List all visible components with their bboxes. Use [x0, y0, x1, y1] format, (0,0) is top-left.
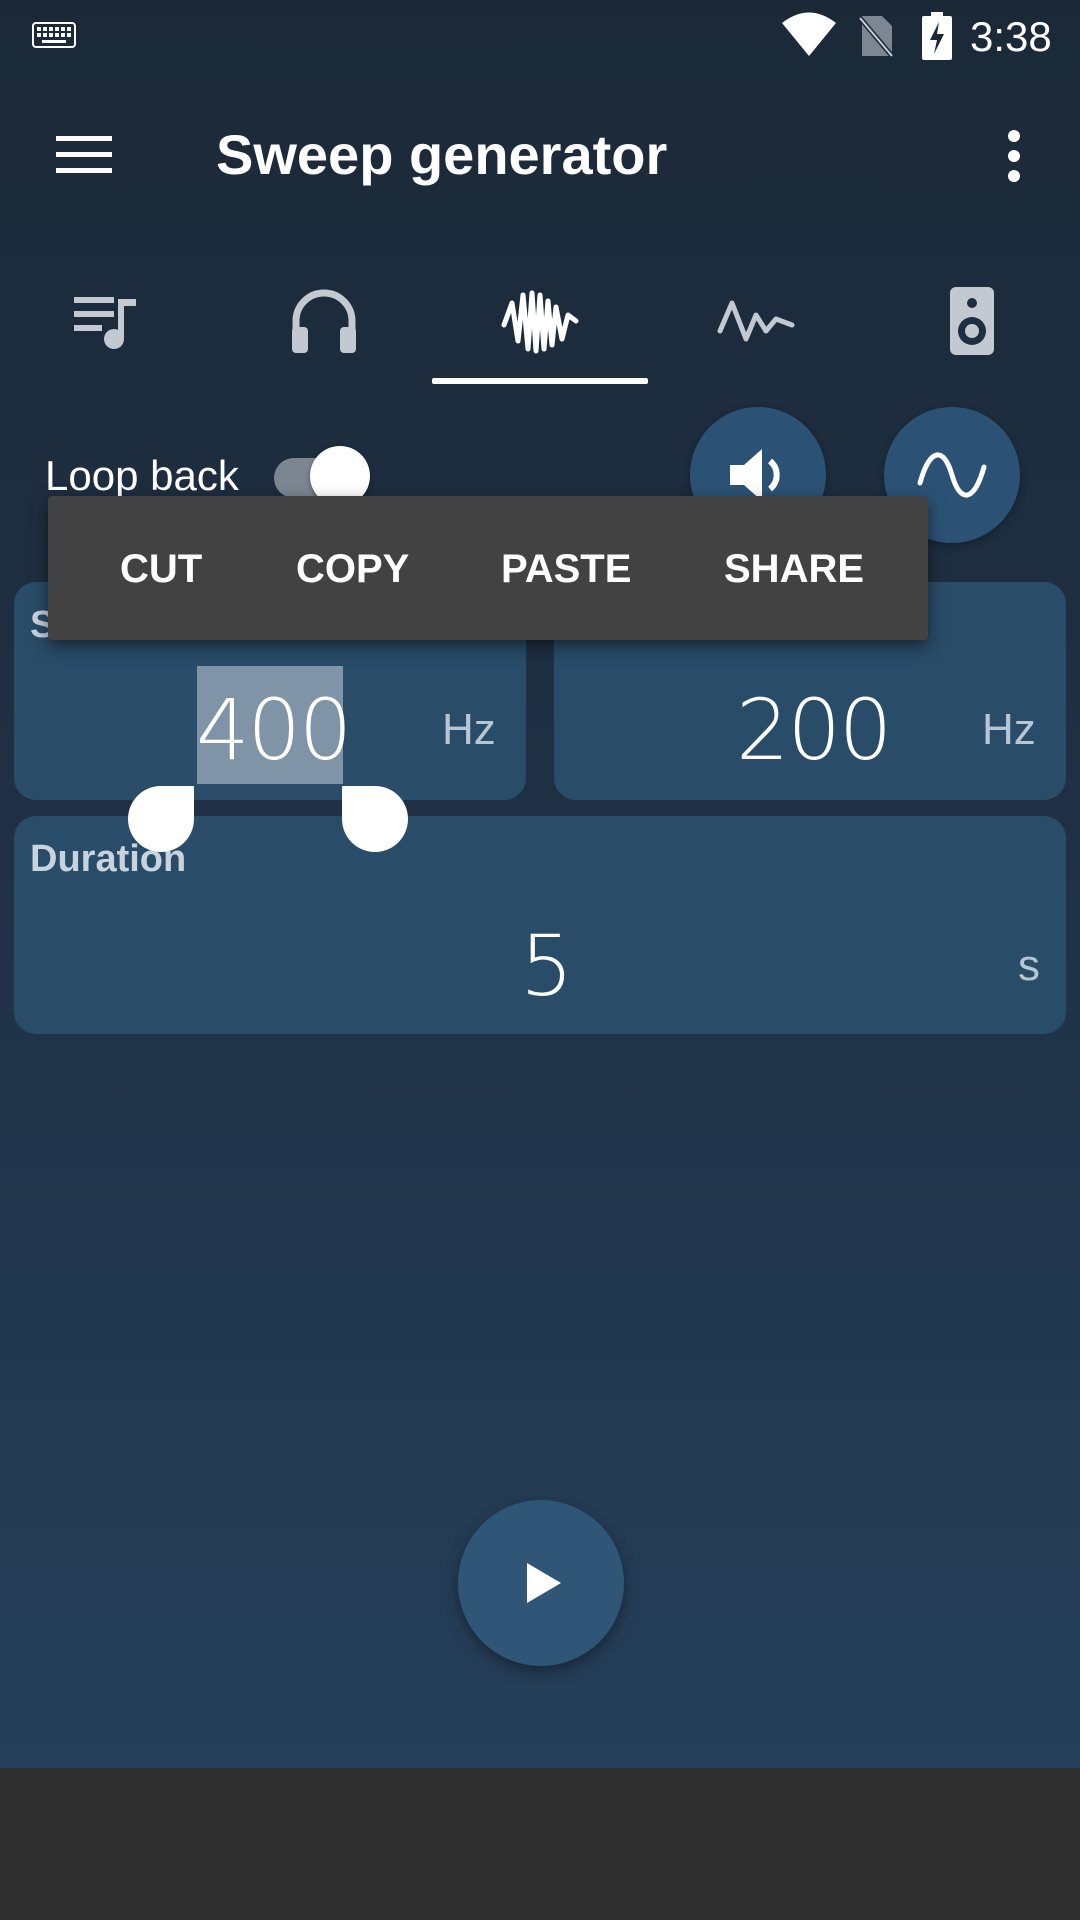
- navigation-bar-area: [0, 1768, 1080, 1920]
- tab-sweep[interactable]: [432, 256, 648, 386]
- status-bar: 3:38: [0, 0, 1080, 72]
- loop-back-label: Loop back: [45, 452, 239, 499]
- selection-handle-start[interactable]: [128, 786, 194, 852]
- menu-icon[interactable]: [48, 124, 120, 184]
- battery-charging-icon: [922, 12, 952, 60]
- no-sim-icon: [858, 16, 894, 58]
- cut-menu-item[interactable]: CUT: [120, 546, 202, 592]
- speaker-icon: [950, 287, 994, 355]
- end-frequency-input[interactable]: 200: [736, 680, 892, 780]
- play-icon: [527, 1563, 561, 1603]
- tab-pulse[interactable]: [648, 256, 864, 386]
- wifi-icon: [782, 12, 836, 56]
- pulse-wave-icon: [717, 300, 795, 342]
- copy-menu-item[interactable]: COPY: [296, 546, 409, 592]
- tab-playlist[interactable]: [0, 256, 216, 386]
- tab-speaker[interactable]: [864, 256, 1080, 386]
- keyboard-icon: [32, 22, 76, 48]
- page-title: Sweep generator: [216, 123, 668, 186]
- status-time: 3:38: [970, 13, 1052, 60]
- end-frequency-unit: Hz: [982, 705, 1036, 754]
- text-context-menu: CUT COPY PASTE SHARE: [48, 496, 928, 640]
- headphones-icon: [292, 289, 356, 353]
- more-vert-icon[interactable]: [990, 128, 1038, 184]
- play-button[interactable]: [458, 1500, 624, 1666]
- app-toolbar: Sweep generator: [0, 72, 1080, 242]
- app-screen: 3:38 Sweep generator Loop back S 400 Hz …: [0, 0, 1080, 1768]
- playlist-music-icon: [74, 297, 136, 349]
- start-frequency-unit: Hz: [442, 705, 496, 754]
- tab-headphones[interactable]: [216, 256, 432, 386]
- tab-bar: [0, 256, 1080, 386]
- selection-handle-end[interactable]: [342, 786, 408, 852]
- paste-menu-item[interactable]: PASTE: [501, 546, 631, 592]
- share-menu-item[interactable]: SHARE: [724, 546, 864, 592]
- start-frequency-input[interactable]: 400: [196, 680, 352, 780]
- duration-input[interactable]: 5: [520, 916, 573, 1016]
- sweep-wave-icon: [501, 290, 579, 354]
- duration-unit: s: [1018, 941, 1040, 990]
